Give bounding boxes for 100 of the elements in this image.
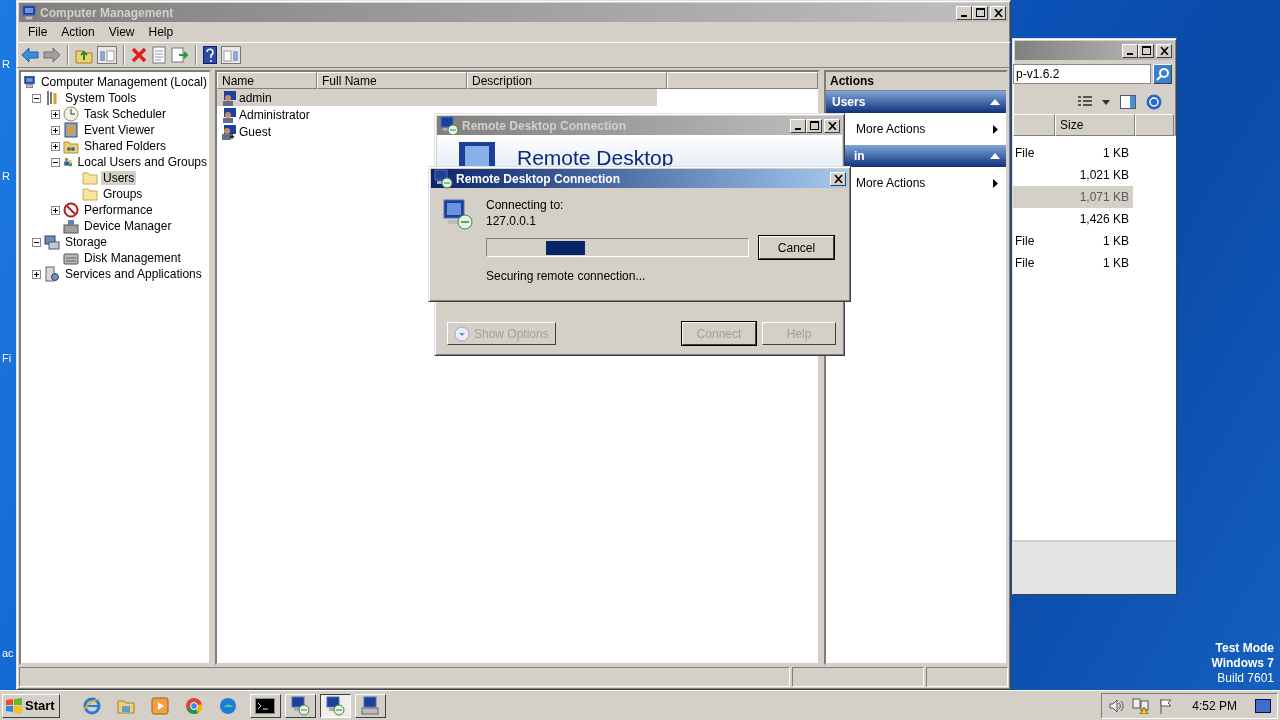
search-button[interactable] — [1153, 64, 1172, 84]
tree-item[interactable]: Device Manager — [82, 219, 174, 233]
menu-item[interactable]: Help — [141, 23, 181, 41]
submenu-arrow-icon[interactable] — [993, 124, 998, 134]
remote-desktop-icon — [439, 115, 459, 136]
collapse-arrow-icon[interactable] — [990, 153, 1000, 159]
menu-item[interactable]: View — [101, 23, 142, 41]
tree-item[interactable]: Computer Management (Local) — [38, 75, 209, 89]
expand-toggle[interactable] — [51, 157, 60, 167]
clock-text[interactable]: 4:52 PM — [1192, 698, 1237, 713]
desktop-icon-label[interactable]: R — [2, 58, 10, 70]
tree-item[interactable]: Services and Applications — [63, 267, 204, 281]
minimize-button[interactable] — [956, 5, 972, 20]
dropdown-arrow-icon[interactable] — [1102, 99, 1110, 105]
close-button[interactable] — [990, 5, 1006, 20]
tree-item[interactable]: Event Viewer — [82, 123, 157, 137]
expand-toggle[interactable] — [51, 141, 60, 151]
maximize-button[interactable] — [806, 118, 822, 133]
action-section-title[interactable]: in — [854, 149, 865, 163]
expand-toggle[interactable] — [32, 269, 41, 279]
collapse-arrow-icon[interactable] — [990, 99, 1000, 105]
network-warning-icon[interactable] — [1132, 697, 1151, 714]
expand-toggle[interactable] — [51, 205, 60, 215]
column-header[interactable]: Name — [217, 72, 317, 89]
tree-item[interactable]: Task Scheduler — [82, 107, 169, 121]
close-button[interactable] — [1156, 43, 1172, 58]
speaker-icon[interactable] — [1108, 697, 1125, 714]
expand-toggle[interactable] — [32, 93, 41, 103]
desktop-icon-label[interactable]: R — [2, 170, 10, 182]
submenu-arrow-icon[interactable] — [993, 178, 998, 188]
file-row[interactable]: 1,071 KB — [1013, 186, 1133, 208]
file-size-text: 1 KB — [1102, 146, 1130, 160]
delete-icon[interactable] — [131, 47, 147, 63]
tree-pane-icon[interactable] — [97, 46, 117, 64]
tree-item[interactable]: Groups — [101, 187, 145, 201]
device-icon — [63, 218, 79, 234]
menu-item[interactable]: Action — [54, 23, 102, 41]
host-address: 127.0.0.1 — [486, 214, 538, 228]
menu-item[interactable]: File — [21, 23, 55, 41]
column-header[interactable] — [1135, 114, 1174, 136]
file-type-text: File — [1015, 146, 1035, 160]
user-row[interactable]: Administrator — [217, 106, 314, 123]
file-row[interactable]: 1,021 KB — [1013, 164, 1133, 186]
tree-item[interactable]: Storage — [63, 235, 110, 249]
edge-icon[interactable] — [217, 695, 238, 716]
browser-e-icon[interactable] — [81, 695, 102, 716]
tree-item[interactable]: System Tools — [63, 91, 139, 105]
column-header[interactable]: Size — [1055, 114, 1135, 136]
plus-icon — [52, 126, 59, 134]
tree-item[interactable]: Shared Folders — [82, 139, 169, 153]
tree-item[interactable]: Local Users and Groups — [75, 155, 209, 169]
remote-desktop-icon — [433, 168, 453, 189]
expand-toggle[interactable] — [51, 109, 60, 119]
cancel-button[interactable]: Cancel — [759, 236, 834, 259]
file-size-text: 1 KB — [1102, 234, 1130, 248]
action-section-title[interactable]: Users — [832, 95, 866, 109]
file-row[interactable]: File 1 KB — [1013, 142, 1133, 164]
expand-toggle[interactable] — [32, 237, 41, 247]
file-row[interactable]: 1,426 KB — [1013, 208, 1133, 230]
file-row[interactable]: File 1 KB — [1013, 252, 1133, 274]
desktop-icon-label[interactable]: Fi — [2, 352, 12, 364]
chrome-icon[interactable] — [183, 695, 204, 716]
maximize-icon — [809, 121, 819, 130]
search-field[interactable]: p-v1.6.2 — [1013, 64, 1151, 84]
close-button[interactable] — [830, 171, 846, 186]
column-header[interactable]: Full Name — [317, 72, 467, 89]
tree-item[interactable]: Users — [101, 171, 137, 185]
user-row[interactable]: admin — [217, 89, 657, 106]
play-icon[interactable] — [149, 695, 170, 716]
desktop-icon-label[interactable]: ac — [2, 647, 14, 659]
start-button[interactable]: Start — [2, 693, 60, 718]
user-row[interactable]: Guest — [217, 123, 275, 140]
action-pane-icon[interactable] — [221, 46, 241, 64]
expand-toggle[interactable] — [51, 125, 60, 135]
plus-icon — [52, 206, 59, 214]
action-item[interactable]: More Actions — [856, 122, 926, 136]
taskbar-button[interactable] — [319, 693, 351, 718]
forward-arrow-icon[interactable] — [43, 47, 61, 63]
file-size-text: 1,071 KB — [1078, 190, 1130, 204]
column-header[interactable] — [667, 72, 818, 89]
maximize-button[interactable] — [972, 5, 988, 20]
maximize-button[interactable] — [1138, 43, 1154, 58]
action-item[interactable]: More Actions — [856, 176, 926, 190]
show-desktop-icon[interactable] — [1255, 698, 1271, 713]
help-icon[interactable] — [203, 46, 217, 64]
export-list-icon[interactable] — [171, 46, 189, 64]
app-icon — [21, 4, 37, 21]
file-type-text: File — [1015, 256, 1035, 270]
file-row[interactable]: File 1 KB — [1013, 230, 1133, 252]
view-options-icon[interactable] — [1078, 96, 1092, 108]
tree-item[interactable]: Disk Management — [82, 251, 183, 265]
close-button[interactable] — [824, 118, 840, 133]
preview-pane-icon[interactable] — [1120, 95, 1136, 109]
status-text: Securing remote connection... — [486, 269, 647, 283]
minimize-button[interactable] — [1122, 43, 1138, 58]
minimize-button[interactable] — [790, 118, 806, 133]
column-header[interactable]: Description — [467, 72, 667, 89]
tree-item[interactable]: Performance — [82, 203, 155, 217]
column-header[interactable] — [1013, 114, 1055, 136]
back-arrow-icon[interactable] — [21, 47, 39, 63]
